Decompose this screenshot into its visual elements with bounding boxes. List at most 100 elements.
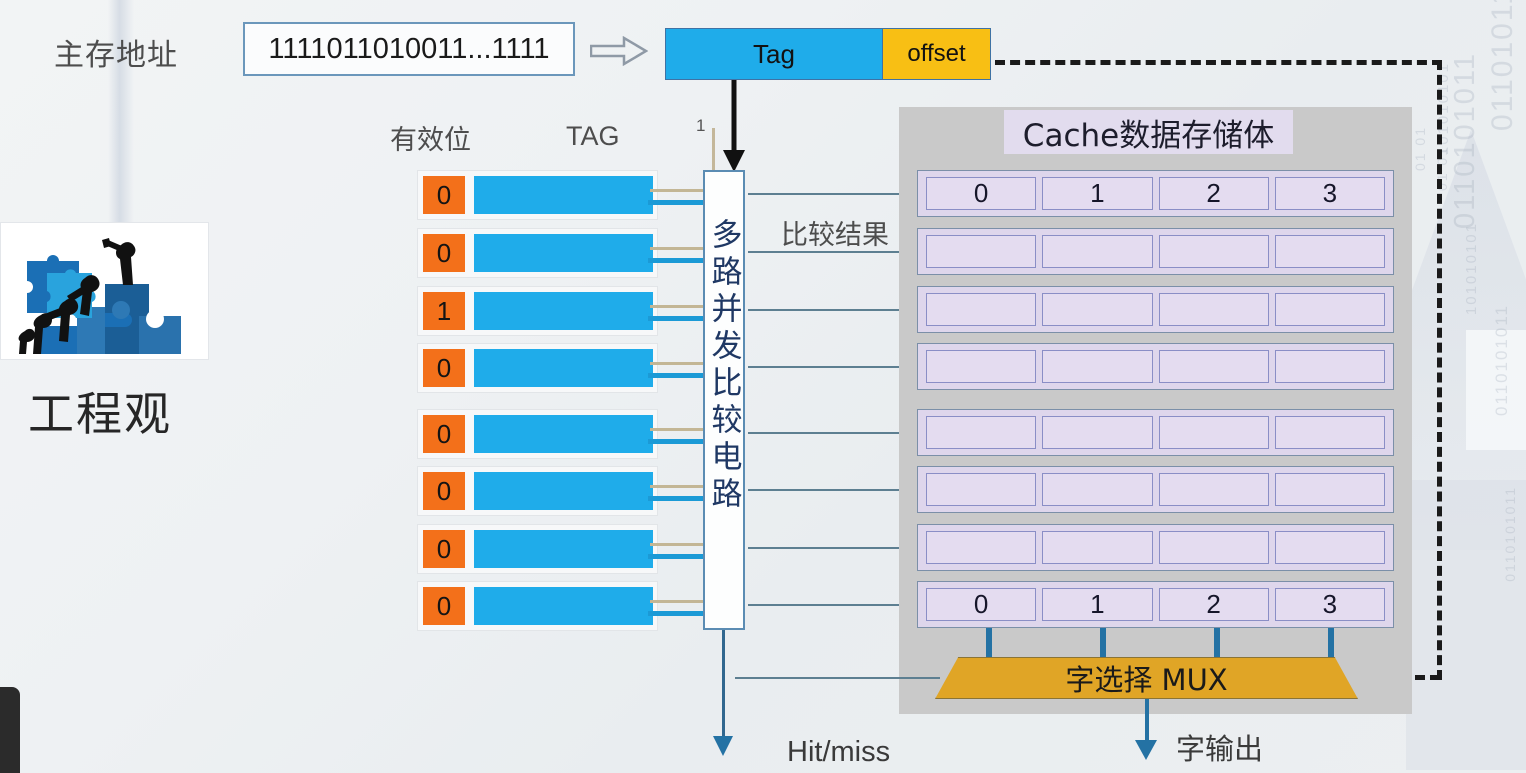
valid-bit-cell: 0 — [423, 530, 465, 568]
tag-row-select-wire — [650, 600, 705, 603]
offset-field-segment: offset — [882, 29, 990, 79]
tag-value-cell — [474, 472, 653, 510]
offset-route-top — [995, 60, 1442, 65]
tag-row-select-wire — [650, 543, 705, 546]
cache-row — [917, 228, 1394, 275]
cache-word-cell — [926, 416, 1037, 449]
tag-row-select-wire — [650, 485, 705, 488]
cache-word-cell — [1042, 473, 1153, 506]
tag-row: 0 — [417, 228, 658, 278]
compare-result-wire — [748, 193, 920, 195]
tag-row-data-wire — [648, 439, 705, 444]
tag-column-header: TAG — [566, 121, 620, 151]
valid-bit-cell: 0 — [423, 234, 465, 272]
tag-row-select-wire — [650, 305, 705, 308]
word-output-label: 字输出 — [1176, 732, 1264, 766]
valid-bit-cell: 0 — [423, 176, 465, 214]
cache-row — [917, 524, 1394, 571]
logo-caption: 工程观 — [28, 387, 172, 441]
tag-row: 0 — [417, 466, 658, 516]
valid-bit-header: 有效位 — [390, 125, 471, 156]
cache-word-cell — [1158, 293, 1269, 326]
valid-bit-cell: 1 — [423, 292, 465, 330]
cache-word-cell — [1158, 473, 1269, 506]
binary-watermark: 01101011 — [1486, 0, 1519, 132]
multiway-comparator-circuit: 多路并发比较电路 — [703, 170, 745, 630]
tag-row: 1 — [417, 286, 658, 336]
cache-word-cell — [1042, 350, 1153, 383]
cache-word-cell: 1 — [1042, 588, 1153, 621]
tag-value-cell — [474, 587, 653, 625]
tag-value-cell — [474, 176, 653, 214]
valid-bit-cell: 0 — [423, 349, 465, 387]
tag-value-cell — [474, 349, 653, 387]
cache-word-cell — [926, 531, 1037, 564]
cache-word-cell: 1 — [1042, 177, 1153, 210]
compare-result-wire — [748, 489, 920, 491]
compare-result-wire — [748, 604, 920, 606]
cache-row: 0123 — [917, 581, 1394, 628]
compare-result-label: 比较结果 — [781, 220, 889, 251]
cache-row — [917, 286, 1394, 333]
valid-bit-cell: 0 — [423, 587, 465, 625]
tag-down-arrow-icon — [723, 80, 745, 172]
mux-left-input-wire — [735, 677, 940, 679]
tag-row-select-wire — [650, 428, 705, 431]
tag-value-cell — [474, 234, 653, 272]
main-memory-address-label: 主存地址 — [54, 38, 178, 73]
tag-value-cell — [474, 530, 653, 568]
binary-watermark: 0110101011 — [1449, 52, 1481, 229]
cache-word-cell — [926, 293, 1037, 326]
cache-data-store-title: Cache数据存储体 — [1004, 110, 1293, 154]
tag-row-select-wire — [650, 189, 705, 192]
mux-input-wire — [1328, 628, 1334, 660]
compare-result-wire — [748, 251, 920, 253]
tag-row-data-wire — [648, 373, 705, 378]
word-output-arrow-icon — [1135, 740, 1157, 760]
tag-row: 0 — [417, 409, 658, 459]
tag-row: 0 — [417, 524, 658, 574]
mux-input-wire — [986, 628, 992, 660]
right-arrow-icon — [590, 36, 648, 66]
cache-word-cell — [1274, 235, 1385, 268]
cache-word-cell — [1274, 416, 1385, 449]
cache-word-cell — [1158, 416, 1269, 449]
tag-row-select-wire — [650, 362, 705, 365]
cache-word-cell — [1042, 293, 1153, 326]
tag-row-data-wire — [648, 611, 705, 616]
cache-word-cell — [1042, 235, 1153, 268]
tag-field-segment: Tag — [666, 29, 882, 79]
cache-word-cell — [926, 350, 1037, 383]
cache-word-cell: 0 — [926, 588, 1037, 621]
cache-word-cell: 3 — [1274, 177, 1385, 210]
cache-word-cell — [1274, 531, 1385, 564]
cache-word-cell: 3 — [1274, 588, 1385, 621]
cache-word-cell: 0 — [926, 177, 1037, 210]
hit-miss-arrow-icon — [713, 736, 733, 756]
valid-bit-cell: 0 — [423, 472, 465, 510]
tag-row-data-wire — [648, 258, 705, 263]
address-value-box: 1111011010011...1111 — [243, 22, 575, 76]
compare-result-wire — [748, 366, 920, 368]
cache-word-cell — [1158, 235, 1269, 268]
slide-canvas: 01101011 0110101011 101010101 01 01 1010… — [0, 0, 1526, 773]
cache-word-cell — [1158, 531, 1269, 564]
binary-watermark: 0110101011 — [1492, 304, 1511, 417]
cache-row — [917, 466, 1394, 513]
select-line-label: 1 — [696, 116, 706, 135]
cache-word-cell — [1042, 416, 1153, 449]
cache-word-cell — [1042, 531, 1153, 564]
address-split-bar: Tag offset — [665, 28, 991, 80]
puzzle-teamwork-icon — [1, 223, 208, 359]
cache-word-cell: 2 — [1158, 588, 1269, 621]
cache-row — [917, 409, 1394, 456]
compare-result-wire — [748, 547, 920, 549]
select-line-wire — [712, 128, 715, 172]
hit-miss-wire — [722, 630, 725, 742]
cache-word-cell — [1274, 350, 1385, 383]
tag-row-data-wire — [648, 200, 705, 205]
word-select-mux — [935, 657, 1358, 699]
tag-row-data-wire — [648, 554, 705, 559]
tag-value-cell — [474, 292, 653, 330]
mux-input-wire — [1100, 628, 1106, 660]
